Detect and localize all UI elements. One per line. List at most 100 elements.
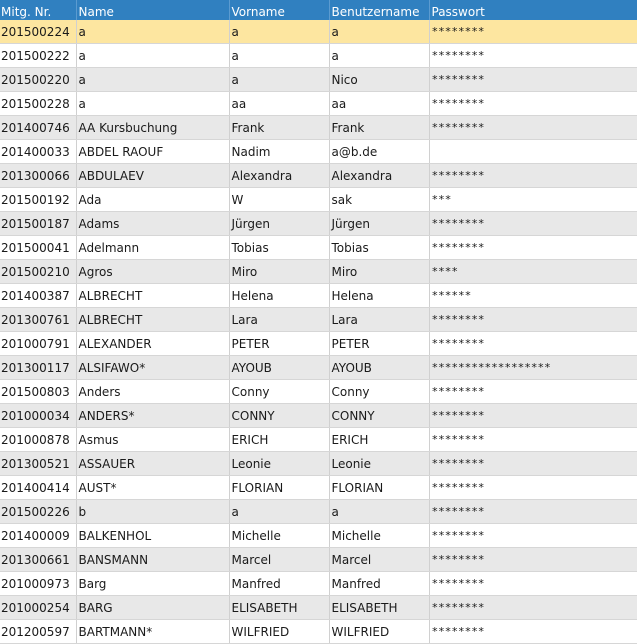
table-row[interactable]: 201400414 AUST* FLORIAN FLORIAN ******** <box>0 475 637 500</box>
first-name-cell: PETER <box>229 331 330 356</box>
username-cell: Jürgen <box>329 211 430 236</box>
password-cell: ******** <box>429 163 637 188</box>
table-row[interactable]: 201000791 ALEXANDER PETER PETER ******** <box>0 331 637 356</box>
column-header-password[interactable]: Passwort <box>429 0 637 20</box>
table-row[interactable]: 201400387 ALBRECHT Helena Helena ****** <box>0 283 637 308</box>
table-row[interactable]: 201500222 a a a ******** <box>0 43 637 68</box>
table-row[interactable]: 201500041 Adelmann Tobias Tobias ******** <box>0 235 637 260</box>
password-cell: ******** <box>429 379 637 404</box>
username-cell: a@b.de <box>329 139 430 164</box>
username-cell: aa <box>329 91 430 116</box>
first-name-cell: WILFRIED <box>229 619 330 644</box>
first-name-cell: a <box>229 499 330 524</box>
username-cell: Frank <box>329 115 430 140</box>
name-cell: a <box>76 20 230 44</box>
name-cell: Agros <box>76 259 230 284</box>
table-row[interactable]: 201400746 AA Kursbuchung Frank Frank *******… <box>0 115 637 140</box>
member-number-cell: 201300661 <box>0 547 77 572</box>
member-number-cell: 201500192 <box>0 187 77 212</box>
name-cell: Anders <box>76 379 230 404</box>
first-name-cell: ERICH <box>229 427 330 452</box>
table-row[interactable]: 201300661 BANSMANN Marcel Marcel ******** <box>0 547 637 572</box>
member-number-cell: 201000254 <box>0 595 77 620</box>
username-cell: Tobias <box>329 235 430 260</box>
table-row[interactable]: 201500803 Anders Conny Conny ******** <box>0 379 637 404</box>
table-row[interactable]: 201300761 ALBRECHT Lara Lara ******** <box>0 307 637 332</box>
table-row[interactable]: 201500210 Agros Miro Miro **** <box>0 259 637 284</box>
first-name-cell: Marcel <box>229 547 330 572</box>
member-number-cell: 201400033 <box>0 139 77 164</box>
table-row[interactable]: 201300117 ALSIFAWO* AYOUB AYOUB ************… <box>0 355 637 380</box>
password-cell: ******** <box>429 403 637 428</box>
name-cell: ALEXANDER <box>76 331 230 356</box>
member-number-cell: 201000791 <box>0 331 77 356</box>
name-cell: Ada <box>76 187 230 212</box>
password-cell: ****** <box>429 283 637 308</box>
table-row[interactable]: 201000254 BARG ELISABETH ELISABETH ******** <box>0 595 637 620</box>
username-cell: a <box>329 43 430 68</box>
member-number-cell: 201500187 <box>0 211 77 236</box>
member-number-cell: 201000973 <box>0 571 77 596</box>
member-number-cell: 201300521 <box>0 451 77 476</box>
table-row[interactable]: 201000973 Barg Manfred Manfred ******** <box>0 571 637 596</box>
table-row[interactable]: 201000878 Asmus ERICH ERICH ******** <box>0 427 637 452</box>
table-row[interactable]: 201200597 BARTMANN* WILFRIED WILFRIED ******… <box>0 619 637 644</box>
first-name-cell: Miro <box>229 259 330 284</box>
member-number-cell: 201500224 <box>0 20 77 44</box>
username-cell: Michelle <box>329 523 430 548</box>
first-name-cell: a <box>229 20 330 44</box>
username-cell: sak <box>329 187 430 212</box>
member-number-cell: 201300066 <box>0 163 77 188</box>
name-cell: Adams <box>76 211 230 236</box>
password-cell: **** <box>429 259 637 284</box>
table-row[interactable]: 201300066 ABDULAEV Alexandra Alexandra *****… <box>0 163 637 188</box>
column-header-first-name[interactable]: Vorname <box>229 0 330 20</box>
password-cell: ******** <box>429 67 637 92</box>
member-number-cell: 201000878 <box>0 427 77 452</box>
username-cell: Alexandra <box>329 163 430 188</box>
password-cell: ******** <box>429 595 637 620</box>
table-row[interactable]: 201500220 a a Nico ******** <box>0 67 637 92</box>
table-row[interactable]: 201500224 a a a ******** <box>0 20 637 44</box>
first-name-cell: a <box>229 43 330 68</box>
table-row[interactable]: 201500228 a aa aa ******** <box>0 91 637 116</box>
table-row[interactable]: 201500226 b a a ******** <box>0 499 637 524</box>
username-cell: ERICH <box>329 427 430 452</box>
name-cell: a <box>76 91 230 116</box>
username-cell: Lara <box>329 307 430 332</box>
name-cell: Adelmann <box>76 235 230 260</box>
first-name-cell: CONNY <box>229 403 330 428</box>
name-cell: BARTMANN* <box>76 619 230 644</box>
table-row[interactable]: 201000034 ANDERS* CONNY CONNY ******** <box>0 403 637 428</box>
password-cell: ******** <box>429 451 637 476</box>
first-name-cell: Manfred <box>229 571 330 596</box>
table-row[interactable]: 201300521 ASSAUER Leonie Leonie ******** <box>0 451 637 476</box>
password-cell: ******** <box>429 307 637 332</box>
first-name-cell: a <box>229 67 330 92</box>
password-cell: ******** <box>429 43 637 68</box>
member-number-cell: 201500222 <box>0 43 77 68</box>
name-cell: a <box>76 67 230 92</box>
member-number-cell: 201300117 <box>0 355 77 380</box>
member-number-cell: 201500226 <box>0 499 77 524</box>
first-name-cell: Alexandra <box>229 163 330 188</box>
first-name-cell: Lara <box>229 307 330 332</box>
column-header-username[interactable]: Benutzername <box>329 0 430 20</box>
first-name-cell: Helena <box>229 283 330 308</box>
name-cell: ANDERS* <box>76 403 230 428</box>
username-cell: a <box>329 20 430 44</box>
table-row[interactable]: 201500187 Adams Jürgen Jürgen ******** <box>0 211 637 236</box>
password-cell: ******** <box>429 547 637 572</box>
members-table: Mitg. Nr. Name Vorname Benutzername Pass… <box>0 0 637 644</box>
password-cell: ******** <box>429 475 637 500</box>
table-row[interactable]: 201500192 Ada Wsak *** <box>0 187 637 212</box>
table-row[interactable]: 201400009 BALKENHOL Michelle Michelle ******… <box>0 523 637 548</box>
password-cell: ******** <box>429 235 637 260</box>
column-header-name[interactable]: Name <box>76 0 230 20</box>
name-cell: AUST* <box>76 475 230 500</box>
column-header-member-number[interactable]: Mitg. Nr. <box>0 0 77 20</box>
username-cell: PETER <box>329 331 430 356</box>
username-cell: WILFRIED <box>329 619 430 644</box>
table-row[interactable]: 201400033 ABDEL RAOUF Nadim a@b.de <box>0 139 637 164</box>
username-cell: FLORIAN <box>329 475 430 500</box>
